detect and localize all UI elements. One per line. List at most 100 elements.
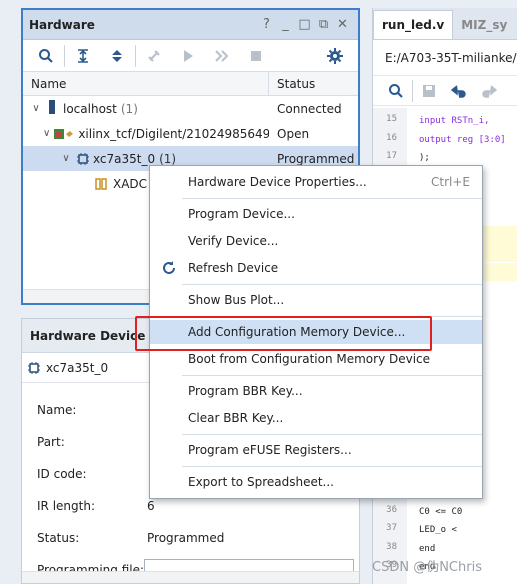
refresh-icon [160, 259, 178, 277]
code-text: ); [419, 153, 430, 164]
jtag-cable-icon [54, 128, 74, 140]
search-icon[interactable] [29, 43, 63, 69]
tree-row-jtag-target[interactable]: ∨ xilinx_tcf/Digilent/210249856490 Open [23, 121, 358, 146]
menu-item-refresh-device[interactable]: Refresh Device [150, 256, 482, 280]
fpga-chip-icon [28, 361, 40, 374]
save-icon[interactable] [414, 78, 444, 104]
tree-header: Name Status [23, 72, 358, 96]
redo-icon[interactable] [474, 78, 504, 104]
fpga-chip-icon [77, 152, 89, 165]
line-number: 16 [386, 132, 397, 143]
property-label: ID code: [37, 467, 87, 481]
menu-item-label: Boot from Configuration Memory Device [188, 352, 431, 366]
menu-separator [182, 466, 482, 467]
tree-row-label: localhost [63, 101, 117, 116]
menu-item-label: Export to Spreadsheet... [188, 475, 334, 489]
expand-all-icon[interactable] [100, 43, 134, 69]
tab-miz-sys[interactable]: MIZ_sy [453, 11, 515, 39]
code-line[interactable]: 37 LED_o < [373, 523, 517, 541]
line-number: 17 [386, 151, 397, 162]
tree-row-label: xilinx_tcf/Digilent/210249856490 [78, 126, 269, 141]
menu-separator [182, 198, 482, 199]
hardware-toolbar [23, 40, 358, 72]
property-label: Status: [37, 531, 80, 545]
tree-row-status: Connected [277, 101, 342, 116]
code-line[interactable]: 16 output reg [3:0] [373, 133, 517, 151]
highlight-callout-box [135, 316, 432, 351]
minimize-button[interactable]: _ [276, 17, 295, 32]
code-text: end [419, 543, 436, 554]
hardware-title: Hardware [29, 17, 95, 32]
menu-item-label: Program Device... [188, 207, 295, 221]
column-header-status[interactable]: Status [269, 72, 323, 95]
line-number: 15 [386, 114, 397, 124]
collapse-all-icon[interactable] [66, 43, 100, 69]
chevron-down-icon[interactable]: ∨ [29, 103, 43, 114]
property-label: Name: [37, 403, 77, 417]
help-button[interactable]: ? [257, 17, 276, 32]
property-label: IR length: [37, 499, 95, 513]
code-text: output reg [3:0] [419, 134, 506, 145]
menu-item-label: Hardware Device Properties... [188, 175, 367, 189]
hardware-titlebar: Hardware ? _ □ ⧉ ✕ [23, 10, 358, 40]
toolbar-separator [64, 44, 65, 67]
menu-item-label: Program eFUSE Registers... [188, 443, 352, 457]
menu-separator [182, 284, 482, 285]
menu-item-program-device[interactable]: Program Device... [150, 202, 482, 226]
toolbar-separator [135, 44, 136, 67]
chevron-down-icon[interactable]: ∨ [43, 128, 50, 139]
menu-item-export-to-spreadsheet[interactable]: Export to Spreadsheet... [150, 470, 482, 494]
code-line[interactable]: 15 input RSTn_i, [373, 114, 517, 132]
menu-item-program-bbr-key[interactable]: Program BBR Key... [150, 379, 482, 403]
run-trigger-icon[interactable] [171, 43, 205, 69]
undo-icon[interactable] [444, 78, 474, 104]
property-label: Part: [37, 435, 65, 449]
menu-item-clear-bbr-key[interactable]: Clear BBR Key... [150, 406, 482, 430]
menu-item-hardware-device-properties[interactable]: Hardware Device Properties... Ctrl+E [150, 170, 482, 194]
float-button[interactable]: ⧉ [314, 17, 333, 32]
maximize-button[interactable]: □ [295, 17, 314, 32]
line-number: 38 [386, 541, 397, 552]
xadc-icon [95, 177, 107, 190]
tree-row-count: (1) [159, 151, 177, 166]
tree-row-status: Programmed [277, 151, 355, 166]
gear-icon[interactable] [318, 43, 352, 69]
toolbar-separator [412, 79, 413, 102]
code-text: C0 <= C0 [419, 506, 463, 517]
menu-item-verify-device[interactable]: Verify Device... [150, 229, 482, 253]
menu-separator [182, 375, 482, 376]
code-text: input RSTn_i, [419, 116, 490, 126]
tab-run-led[interactable]: run_led.v [373, 10, 454, 39]
editor-tabs: run_led.v MIZ_sy [373, 8, 517, 40]
tree-row-localhost[interactable]: ∨ localhost (1) Connected [23, 96, 358, 121]
editor-file-path: E:/A703-35T-milianke/03 [373, 40, 517, 76]
tree-row-status: Open [277, 126, 310, 141]
menu-item-program-efuse-registers[interactable]: Program eFUSE Registers... [150, 438, 482, 462]
watermark: CSDN @伪NChris [372, 560, 482, 575]
menu-separator [182, 434, 482, 435]
tree-row-count: (1) [120, 101, 138, 116]
horizontal-scrollbar[interactable] [22, 571, 359, 583]
code-text: LED_o < [419, 525, 457, 536]
line-number: 36 [386, 504, 397, 515]
menu-item-label: Program BBR Key... [188, 384, 303, 398]
stop-trigger-icon[interactable] [239, 43, 273, 69]
close-button[interactable]: ✕ [333, 17, 352, 32]
auto-connect-icon[interactable] [137, 43, 171, 69]
code-line[interactable]: 36 C0 <= C0 [373, 505, 517, 523]
column-header-name[interactable]: Name [23, 72, 269, 95]
menu-item-show-bus-plot[interactable]: Show Bus Plot... [150, 288, 482, 312]
line-number: 37 [386, 523, 397, 534]
menu-item-label: Refresh Device [188, 261, 279, 275]
menu-item-shortcut: Ctrl+E [431, 175, 470, 189]
chevron-down-icon[interactable]: ∨ [59, 153, 73, 164]
device-name: xc7a35t_0 [46, 360, 109, 375]
search-icon[interactable] [381, 78, 411, 104]
menu-item-label: Show Bus Plot... [188, 293, 285, 307]
menu-item-label: Verify Device... [188, 234, 279, 248]
editor-toolbar [373, 76, 517, 106]
property-value: 6 [147, 499, 155, 513]
menu-item-label: Clear BBR Key... [188, 411, 284, 425]
property-value: Programmed [147, 531, 225, 545]
run-trigger-immediate-icon[interactable] [205, 43, 239, 69]
